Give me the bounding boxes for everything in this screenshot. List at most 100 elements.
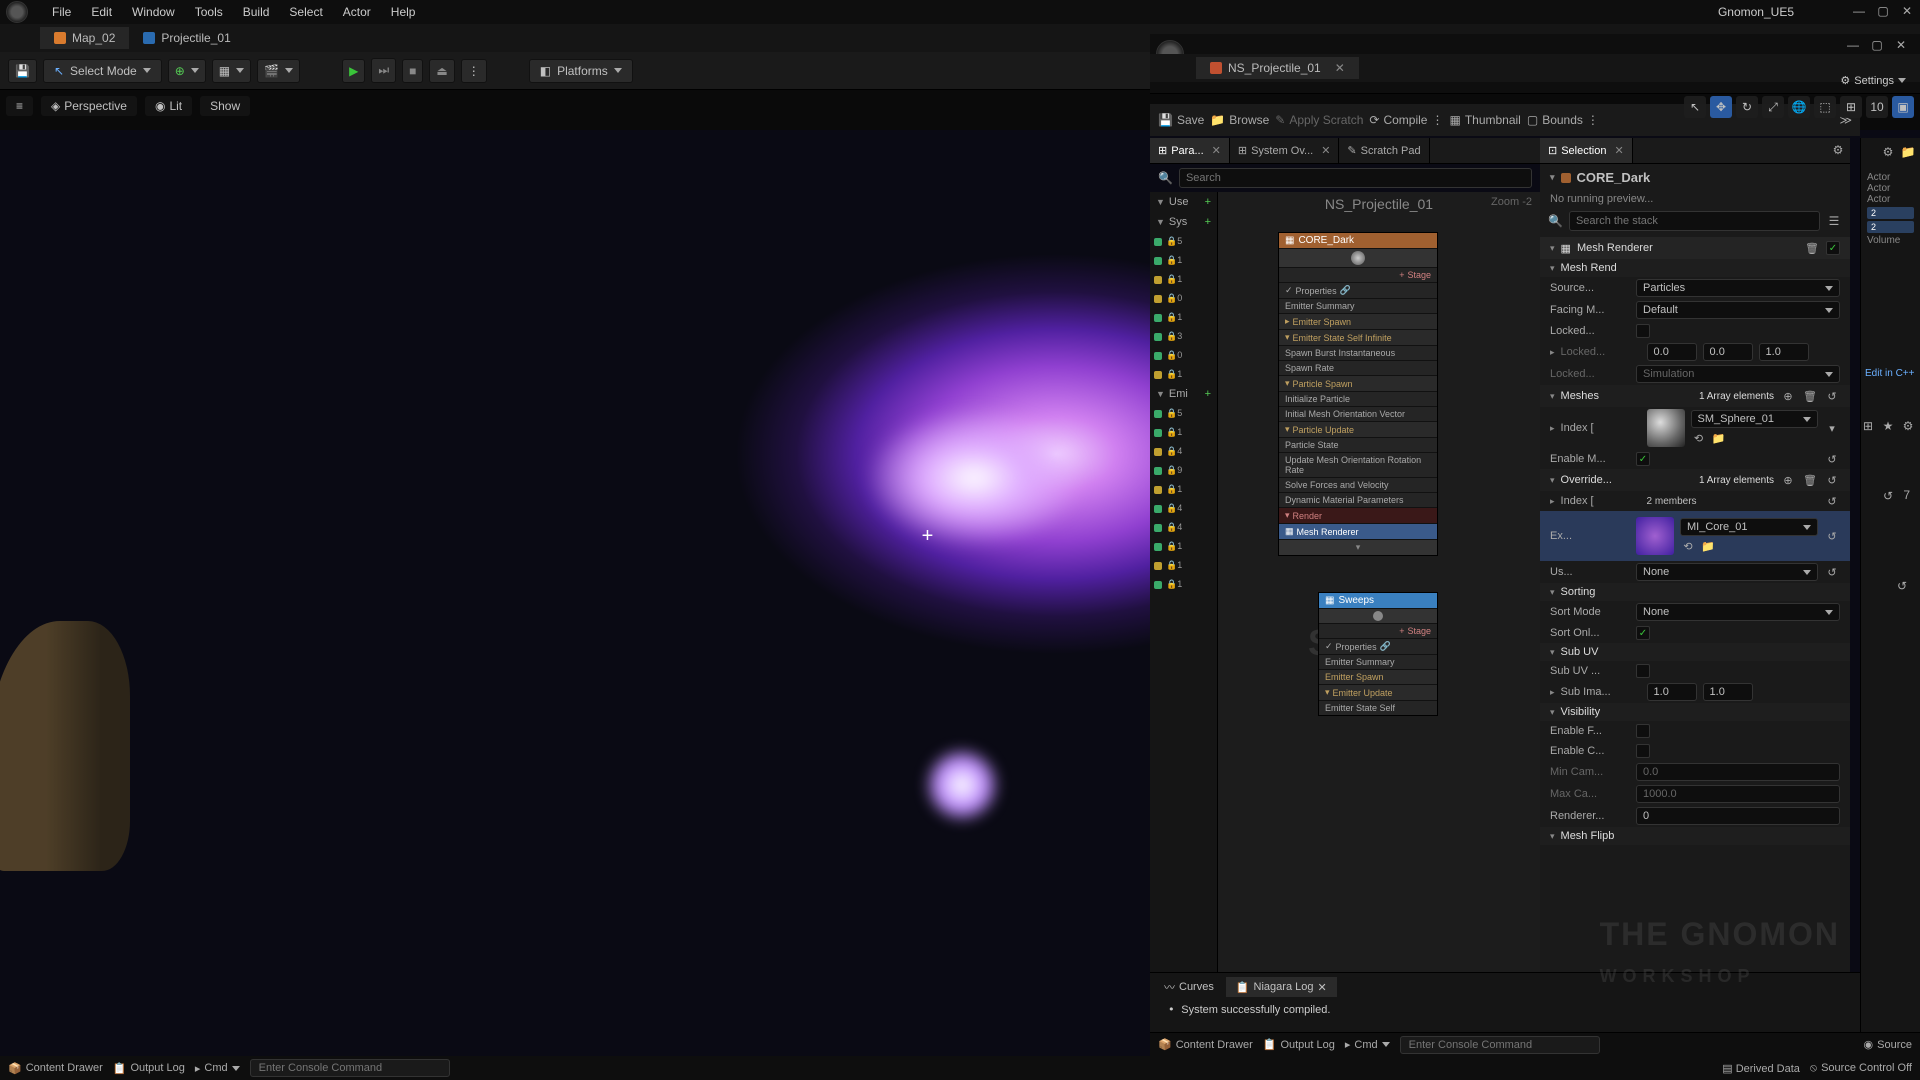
overview-row[interactable]: 🔒1 [1150, 270, 1217, 289]
tab-curves[interactable]: 〰 Curves [1154, 977, 1224, 997]
dropdown-icon[interactable]: ▾ [1824, 420, 1840, 436]
perspective-button[interactable]: ◈ Perspective [41, 96, 137, 116]
close-button[interactable]: ✕ [1900, 4, 1914, 18]
cmd-dropdown[interactable]: ▸ Cmd [1345, 1038, 1390, 1051]
tab-scratch-pad[interactable]: ✎ Scratch Pad [1339, 138, 1429, 163]
niagara-asset-tab[interactable]: NS_Projectile_01 ✕ [1196, 57, 1359, 79]
source-dropdown[interactable]: Particles [1636, 279, 1840, 297]
add-icon[interactable]: ⊕ [1780, 388, 1796, 404]
overview-row[interactable]: 🔒1 [1150, 537, 1217, 556]
sorting-group[interactable]: ▾Sorting [1540, 583, 1850, 601]
subuv-y-field[interactable]: 1.0 [1703, 683, 1753, 701]
close-tab-icon[interactable]: ✕ [1335, 61, 1345, 75]
camera-speed-icon[interactable]: ▣ [1892, 96, 1914, 118]
tab-projectile[interactable]: Projectile_01 [129, 27, 244, 49]
reset-icon[interactable]: ↺ [1824, 564, 1840, 580]
meshflip-group[interactable]: ▾Mesh Flipb [1540, 827, 1850, 845]
overview-row[interactable]: 🔒9 [1150, 461, 1217, 480]
save-button[interactable]: 💾 Save [1158, 113, 1204, 127]
outliner-item[interactable]: 2 [1867, 221, 1914, 233]
tab-parameters[interactable]: ⊞ Para...✕ [1150, 138, 1230, 163]
tab-map[interactable]: Map_02 [40, 27, 129, 49]
play-button[interactable]: ▶ [342, 59, 365, 83]
select-tool-icon[interactable]: ↖ [1684, 96, 1706, 118]
reset-icon[interactable]: ↺ [1824, 451, 1840, 467]
overview-row[interactable]: 🔒4 [1150, 499, 1217, 518]
output-log-button[interactable]: 📋 Output Log [1263, 1038, 1335, 1051]
overview-row[interactable]: 🔒1 [1150, 308, 1217, 327]
niagara-maximize-button[interactable]: ▢ [1870, 38, 1884, 52]
stop-button[interactable]: ■ [402, 59, 423, 83]
outliner-item[interactable]: Volume [1867, 235, 1914, 246]
sortmode-dropdown[interactable]: None [1636, 603, 1840, 621]
cinematics-button[interactable]: 🎬 [257, 59, 300, 83]
cmd-dropdown[interactable]: ▸ Cmd [195, 1062, 240, 1075]
overview-row[interactable]: 🔒0 [1150, 289, 1217, 308]
close-icon[interactable]: ✕ [1317, 981, 1326, 994]
visibility-group[interactable]: ▾Visibility [1540, 703, 1850, 721]
reset-icon[interactable]: ↺ [1824, 528, 1840, 544]
emitter-core-dark[interactable]: ▦CORE_Dark + Stage ✓ Properties 🔗 Emitte… [1278, 232, 1438, 556]
reset-icon[interactable]: ↺ [1880, 488, 1896, 504]
material-thumbnail[interactable] [1636, 517, 1674, 555]
sortonly-checkbox[interactable]: ✓ [1636, 626, 1650, 640]
system-graph[interactable]: NS_Projectile_01 Zoom -2 SYSTE ▦CORE_Dar… [1218, 192, 1540, 1040]
menu-select[interactable]: Select [279, 5, 332, 19]
emitter-sweeps[interactable]: ▦Sweeps + Stage ✓ Properties 🔗 Emitter S… [1318, 592, 1438, 716]
skip-button[interactable]: ⏭ [371, 58, 396, 83]
trash-icon[interactable]: 🗑 [1802, 388, 1818, 404]
trash-icon[interactable]: 🗑 [1804, 240, 1820, 256]
menu-file[interactable]: File [42, 5, 81, 19]
gear-icon[interactable]: ⚙ [1880, 144, 1896, 160]
minimize-button[interactable]: — [1852, 4, 1866, 18]
overview-row[interactable]: 🔒1 [1150, 480, 1217, 499]
enable-m-checkbox[interactable]: ✓ [1636, 452, 1650, 466]
use-icon[interactable]: ⟲ [1680, 538, 1696, 554]
subuv-group[interactable]: ▾Sub UV [1540, 643, 1850, 661]
thumbnail-button[interactable]: ▦ Thumbnail [1449, 113, 1520, 127]
lit-button[interactable]: ◉ Lit [145, 96, 192, 116]
eject-button[interactable]: ⏏ [429, 59, 454, 83]
subuv-x-field[interactable]: 1.0 [1647, 683, 1697, 701]
overview-row[interactable]: 🔒1 [1150, 575, 1217, 594]
overview-row[interactable]: 🔒5 [1150, 404, 1217, 423]
tab-selection[interactable]: ⊡ Selection✕ [1540, 138, 1633, 163]
outliner-item[interactable]: Actor [1867, 194, 1914, 205]
surface-snap-icon[interactable]: ⬚ [1814, 96, 1836, 118]
meshes-group[interactable]: ▾Meshes 1 Array elements ⊕ 🗑 ↺ [1540, 385, 1850, 407]
content-drawer-button[interactable]: 📦 Content Drawer [1158, 1038, 1253, 1051]
emitter-header[interactable]: ▼Emi + [1150, 384, 1217, 404]
browse-icon[interactable]: 📁 [1700, 538, 1716, 554]
x-field[interactable]: 0.0 [1647, 343, 1697, 361]
locked-checkbox[interactable] [1636, 324, 1650, 338]
globe-icon[interactable]: 🌐 [1788, 96, 1810, 118]
platforms-button[interactable]: ◧ Platforms [529, 59, 633, 83]
user-params-header[interactable]: ▼Use + [1150, 192, 1217, 212]
close-icon[interactable]: ✕ [1614, 144, 1623, 157]
reset-icon[interactable]: ↺ [1824, 472, 1840, 488]
overview-row[interactable]: 🔒3 [1150, 327, 1217, 346]
tab-system-overview[interactable]: ⊞ System Ov...✕ [1230, 138, 1340, 163]
system-header[interactable]: ▼Sys + [1150, 212, 1217, 232]
menu-tools[interactable]: Tools [185, 5, 233, 19]
us-dropdown[interactable]: None [1636, 563, 1818, 581]
reset-icon[interactable]: ↺ [1824, 388, 1840, 404]
facing-dropdown[interactable]: Default [1636, 301, 1840, 319]
source-button[interactable]: ◉ Source [1864, 1038, 1912, 1051]
search-input[interactable] [1179, 168, 1532, 188]
overview-row[interactable]: 🔒4 [1150, 518, 1217, 537]
niagara-close-button[interactable]: ✕ [1894, 38, 1908, 52]
niagara-minimize-button[interactable]: — [1846, 38, 1860, 52]
gear-icon[interactable]: ⚙ [1830, 142, 1846, 158]
browse-icon[interactable]: 📁 [1711, 430, 1727, 446]
mesh-renderer-header[interactable]: ▾ ▦ Mesh Renderer 🗑 ✓ [1540, 237, 1850, 259]
reset-icon[interactable]: ↺ [1894, 578, 1910, 594]
close-icon[interactable]: ✕ [1321, 144, 1330, 157]
overview-row[interactable]: 🔒4 [1150, 442, 1217, 461]
translate-tool-icon[interactable]: ✥ [1710, 96, 1732, 118]
locked-space-dropdown[interactable]: Simulation [1636, 365, 1840, 383]
marketplace-button[interactable]: ▦ [212, 59, 251, 83]
mesh-renderer-module[interactable]: ▦ Mesh Renderer [1279, 523, 1437, 539]
menu-edit[interactable]: Edit [81, 5, 122, 19]
snap-value[interactable]: 10 [1866, 96, 1888, 118]
